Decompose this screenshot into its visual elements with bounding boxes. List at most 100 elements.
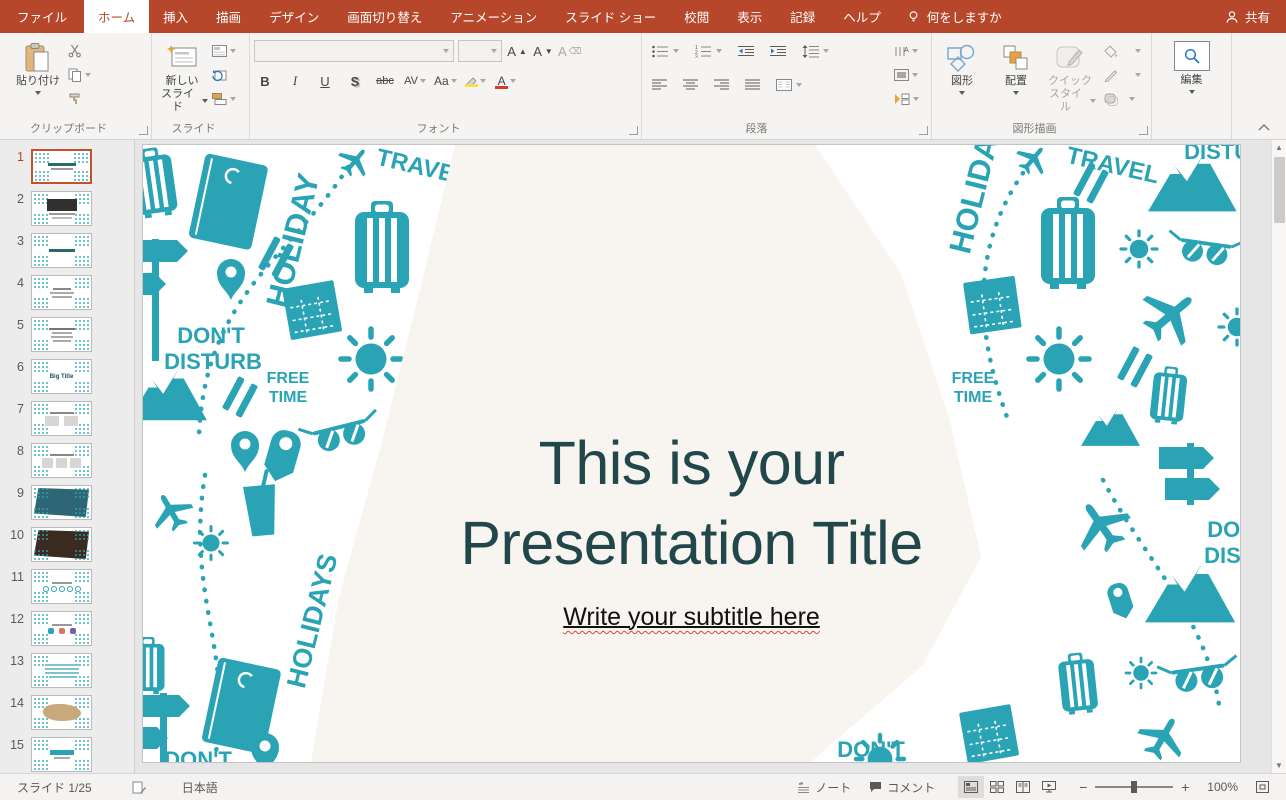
tab-draw[interactable]: 描画: [202, 0, 255, 33]
font-size-combo[interactable]: [458, 40, 502, 62]
slide-thumbnail-11[interactable]: [31, 569, 92, 604]
shapes-button[interactable]: 図形: [936, 38, 988, 119]
tab-design[interactable]: デザイン: [255, 0, 333, 33]
zoom-slider[interactable]: [1095, 786, 1173, 788]
svg-text:100 KM: 100 KM: [143, 280, 154, 292]
align-text-button[interactable]: [892, 66, 921, 84]
line-spacing-button[interactable]: [802, 45, 819, 58]
paste-button[interactable]: 貼り付け: [12, 38, 64, 119]
zoom-slider-thumb[interactable]: [1131, 781, 1137, 793]
change-case-button[interactable]: Aa: [434, 70, 457, 92]
normal-view-button[interactable]: [958, 776, 984, 798]
align-center-button[interactable]: [683, 79, 698, 91]
highlight-color-button[interactable]: [465, 70, 487, 92]
new-slide-button[interactable]: 新しい スライド: [156, 38, 208, 119]
fit-slide-button[interactable]: [1247, 781, 1278, 793]
scrollbar-thumb[interactable]: [1274, 157, 1285, 223]
slide-counter[interactable]: スライド 1/25: [8, 774, 101, 800]
slide-thumbnail-7[interactable]: [31, 401, 92, 436]
tab-slideshow[interactable]: スライド ショー: [551, 0, 670, 33]
quick-styles-button[interactable]: クイック スタイル: [1044, 38, 1096, 119]
format-painter-button[interactable]: [66, 90, 93, 108]
spell-check-indicator[interactable]: [123, 774, 155, 800]
slide-title[interactable]: This is your Presentation Title: [143, 423, 1240, 583]
justify-button[interactable]: [745, 79, 760, 91]
clipboard-dialog-launcher[interactable]: [139, 126, 148, 135]
slide-thumbnail-1[interactable]: [31, 149, 92, 184]
convert-smartart-button[interactable]: [892, 90, 921, 108]
slide-thumbnail-13[interactable]: [31, 653, 92, 688]
cut-button[interactable]: [66, 42, 93, 60]
slide-thumbnail-8[interactable]: [31, 443, 92, 478]
strikethrough-button[interactable]: abc: [374, 70, 396, 92]
increase-indent-button[interactable]: [770, 45, 786, 57]
slide-thumbnail-12[interactable]: [31, 611, 92, 646]
tab-animations[interactable]: アニメーション: [436, 0, 551, 33]
slide-sorter-view-button[interactable]: [984, 776, 1010, 798]
paragraph-dialog-launcher[interactable]: [919, 126, 928, 135]
font-dialog-launcher[interactable]: [629, 126, 638, 135]
tab-insert[interactable]: 挿入: [149, 0, 202, 33]
drawing-dialog-launcher[interactable]: [1139, 126, 1148, 135]
tab-file[interactable]: ファイル: [0, 0, 84, 33]
collapse-ribbon-button[interactable]: [1258, 123, 1270, 134]
slide-thumbnail-3[interactable]: [31, 233, 92, 268]
italic-button[interactable]: I: [284, 70, 306, 92]
decrease-font-button[interactable]: A▼: [532, 40, 554, 62]
clear-formatting-button[interactable]: A⌫: [558, 40, 581, 62]
slide-thumbnail-15[interactable]: [31, 737, 92, 772]
copy-button[interactable]: [66, 66, 93, 84]
scroll-down-button[interactable]: ▼: [1272, 758, 1286, 773]
section-button[interactable]: [210, 90, 238, 108]
slide-layout-button[interactable]: [210, 42, 238, 60]
scroll-up-button[interactable]: ▲: [1272, 140, 1286, 155]
tab-home[interactable]: ホーム: [84, 0, 149, 33]
slide-thumbnail-9[interactable]: [31, 485, 92, 520]
numbering-button[interactable]: 123: [695, 45, 712, 58]
share-button[interactable]: 共有: [1209, 0, 1286, 33]
reading-view-button[interactable]: [1010, 776, 1036, 798]
font-color-button[interactable]: A: [495, 70, 517, 92]
bullets-button[interactable]: [652, 45, 669, 58]
slide-thumbnail-5[interactable]: [31, 317, 92, 352]
columns-button[interactable]: [776, 79, 792, 91]
slide-thumbnail-6[interactable]: Big Title: [31, 359, 92, 394]
underline-button[interactable]: U: [314, 70, 336, 92]
editing-button[interactable]: 編集: [1166, 38, 1218, 119]
slideshow-view-button[interactable]: [1036, 776, 1062, 798]
font-name-combo[interactable]: [254, 40, 454, 62]
slide-subtitle[interactable]: Write your subtitle here: [143, 603, 1240, 632]
slide-thumbnail-4[interactable]: [31, 275, 92, 310]
slide-thumbnail-14[interactable]: [31, 695, 92, 730]
slide-thumbnail-2[interactable]: [31, 191, 92, 226]
tell-me-box[interactable]: 何をしますか: [895, 0, 1014, 33]
tab-help[interactable]: ヘルプ: [829, 0, 895, 33]
comments-button[interactable]: コメント: [860, 779, 944, 796]
tab-review[interactable]: 校閲: [670, 0, 723, 33]
text-direction-button[interactable]: A: [892, 42, 921, 60]
zoom-out-button[interactable]: −: [1078, 779, 1088, 795]
arrange-button[interactable]: 配置: [990, 38, 1042, 119]
shape-outline-button[interactable]: [1102, 66, 1143, 84]
shape-effects-button[interactable]: [1102, 90, 1143, 108]
tab-transitions[interactable]: 画面切り替え: [333, 0, 436, 33]
align-right-button[interactable]: [714, 79, 729, 91]
reset-slide-button[interactable]: [210, 66, 238, 84]
align-left-button[interactable]: [652, 79, 667, 91]
text-shadow-button[interactable]: S: [344, 70, 366, 92]
language-indicator[interactable]: 日本語: [173, 774, 227, 800]
tab-record[interactable]: 記録: [776, 0, 829, 33]
scrollbar-track[interactable]: [1272, 155, 1286, 758]
notes-button[interactable]: ノート: [788, 779, 860, 796]
decrease-indent-button[interactable]: [738, 45, 754, 57]
increase-font-button[interactable]: A▲: [506, 40, 528, 62]
zoom-level[interactable]: 100%: [1198, 780, 1247, 794]
vertical-scrollbar[interactable]: ▲ ▼: [1271, 140, 1286, 773]
bold-button[interactable]: B: [254, 70, 276, 92]
slide-thumbnail-10[interactable]: [31, 527, 92, 562]
character-spacing-button[interactable]: AV: [404, 70, 426, 92]
zoom-in-button[interactable]: +: [1180, 779, 1190, 795]
tab-view[interactable]: 表示: [723, 0, 776, 33]
slide-editor[interactable]: GUIDE TRAVEL HOLIDAY TRAVEL 300 KM 100 K…: [143, 145, 1240, 762]
shape-fill-button[interactable]: [1102, 42, 1143, 60]
